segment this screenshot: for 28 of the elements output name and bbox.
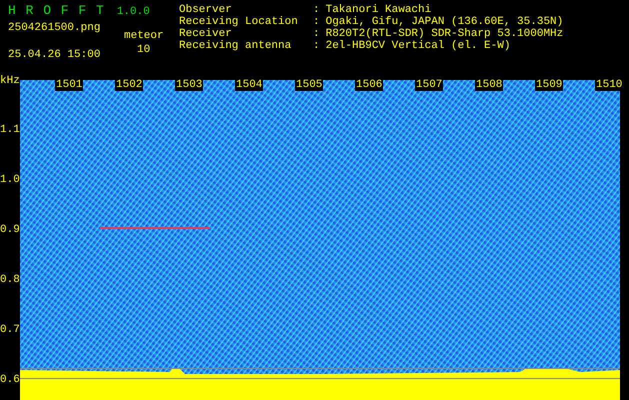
- info-value: 2el-HB9CV Vertical (el. E-W): [326, 40, 510, 52]
- info-label: Observer: [179, 4, 233, 16]
- file-name: 2504261500.png: [8, 22, 100, 34]
- time-axis-label: 1504: [235, 80, 264, 91]
- info-label: Receiving Location: [179, 16, 299, 28]
- meteor-count: 10: [137, 44, 150, 56]
- colon-separator: :: [313, 40, 321, 52]
- colon-separator: :: [313, 4, 321, 16]
- time-axis-label: 1505: [295, 80, 324, 91]
- time-axis-label: 1502: [115, 80, 144, 91]
- time-axis-label: 1506: [355, 80, 384, 91]
- time-axis-label: 1507: [415, 80, 444, 91]
- colon-separator: :: [313, 28, 321, 40]
- info-value: Ogaki, Gifu, JAPAN (136.60E, 35.35N): [326, 16, 564, 28]
- info-value: R820T2(RTL-SDR) SDR-Sharp 53.1000MHz: [326, 28, 564, 40]
- time-axis-label: 1508: [475, 80, 504, 91]
- meteor-label: meteor: [124, 30, 164, 42]
- time-axis-label: 1501: [55, 80, 84, 91]
- time-axis-label: 1510: [595, 80, 624, 91]
- date-time: 25.04.26 15:00: [8, 49, 102, 61]
- info-label: Receiver: [179, 28, 233, 40]
- time-axis-label: 1503: [175, 80, 204, 91]
- version-text: 1.0.0: [116, 6, 150, 18]
- info-label: Receiving antenna: [179, 40, 292, 52]
- app-title: H R O F F T: [8, 4, 105, 18]
- time-axis-label: 1509: [535, 80, 564, 91]
- info-value: Takanori Kawachi: [326, 4, 432, 16]
- colon-separator: :: [313, 16, 321, 28]
